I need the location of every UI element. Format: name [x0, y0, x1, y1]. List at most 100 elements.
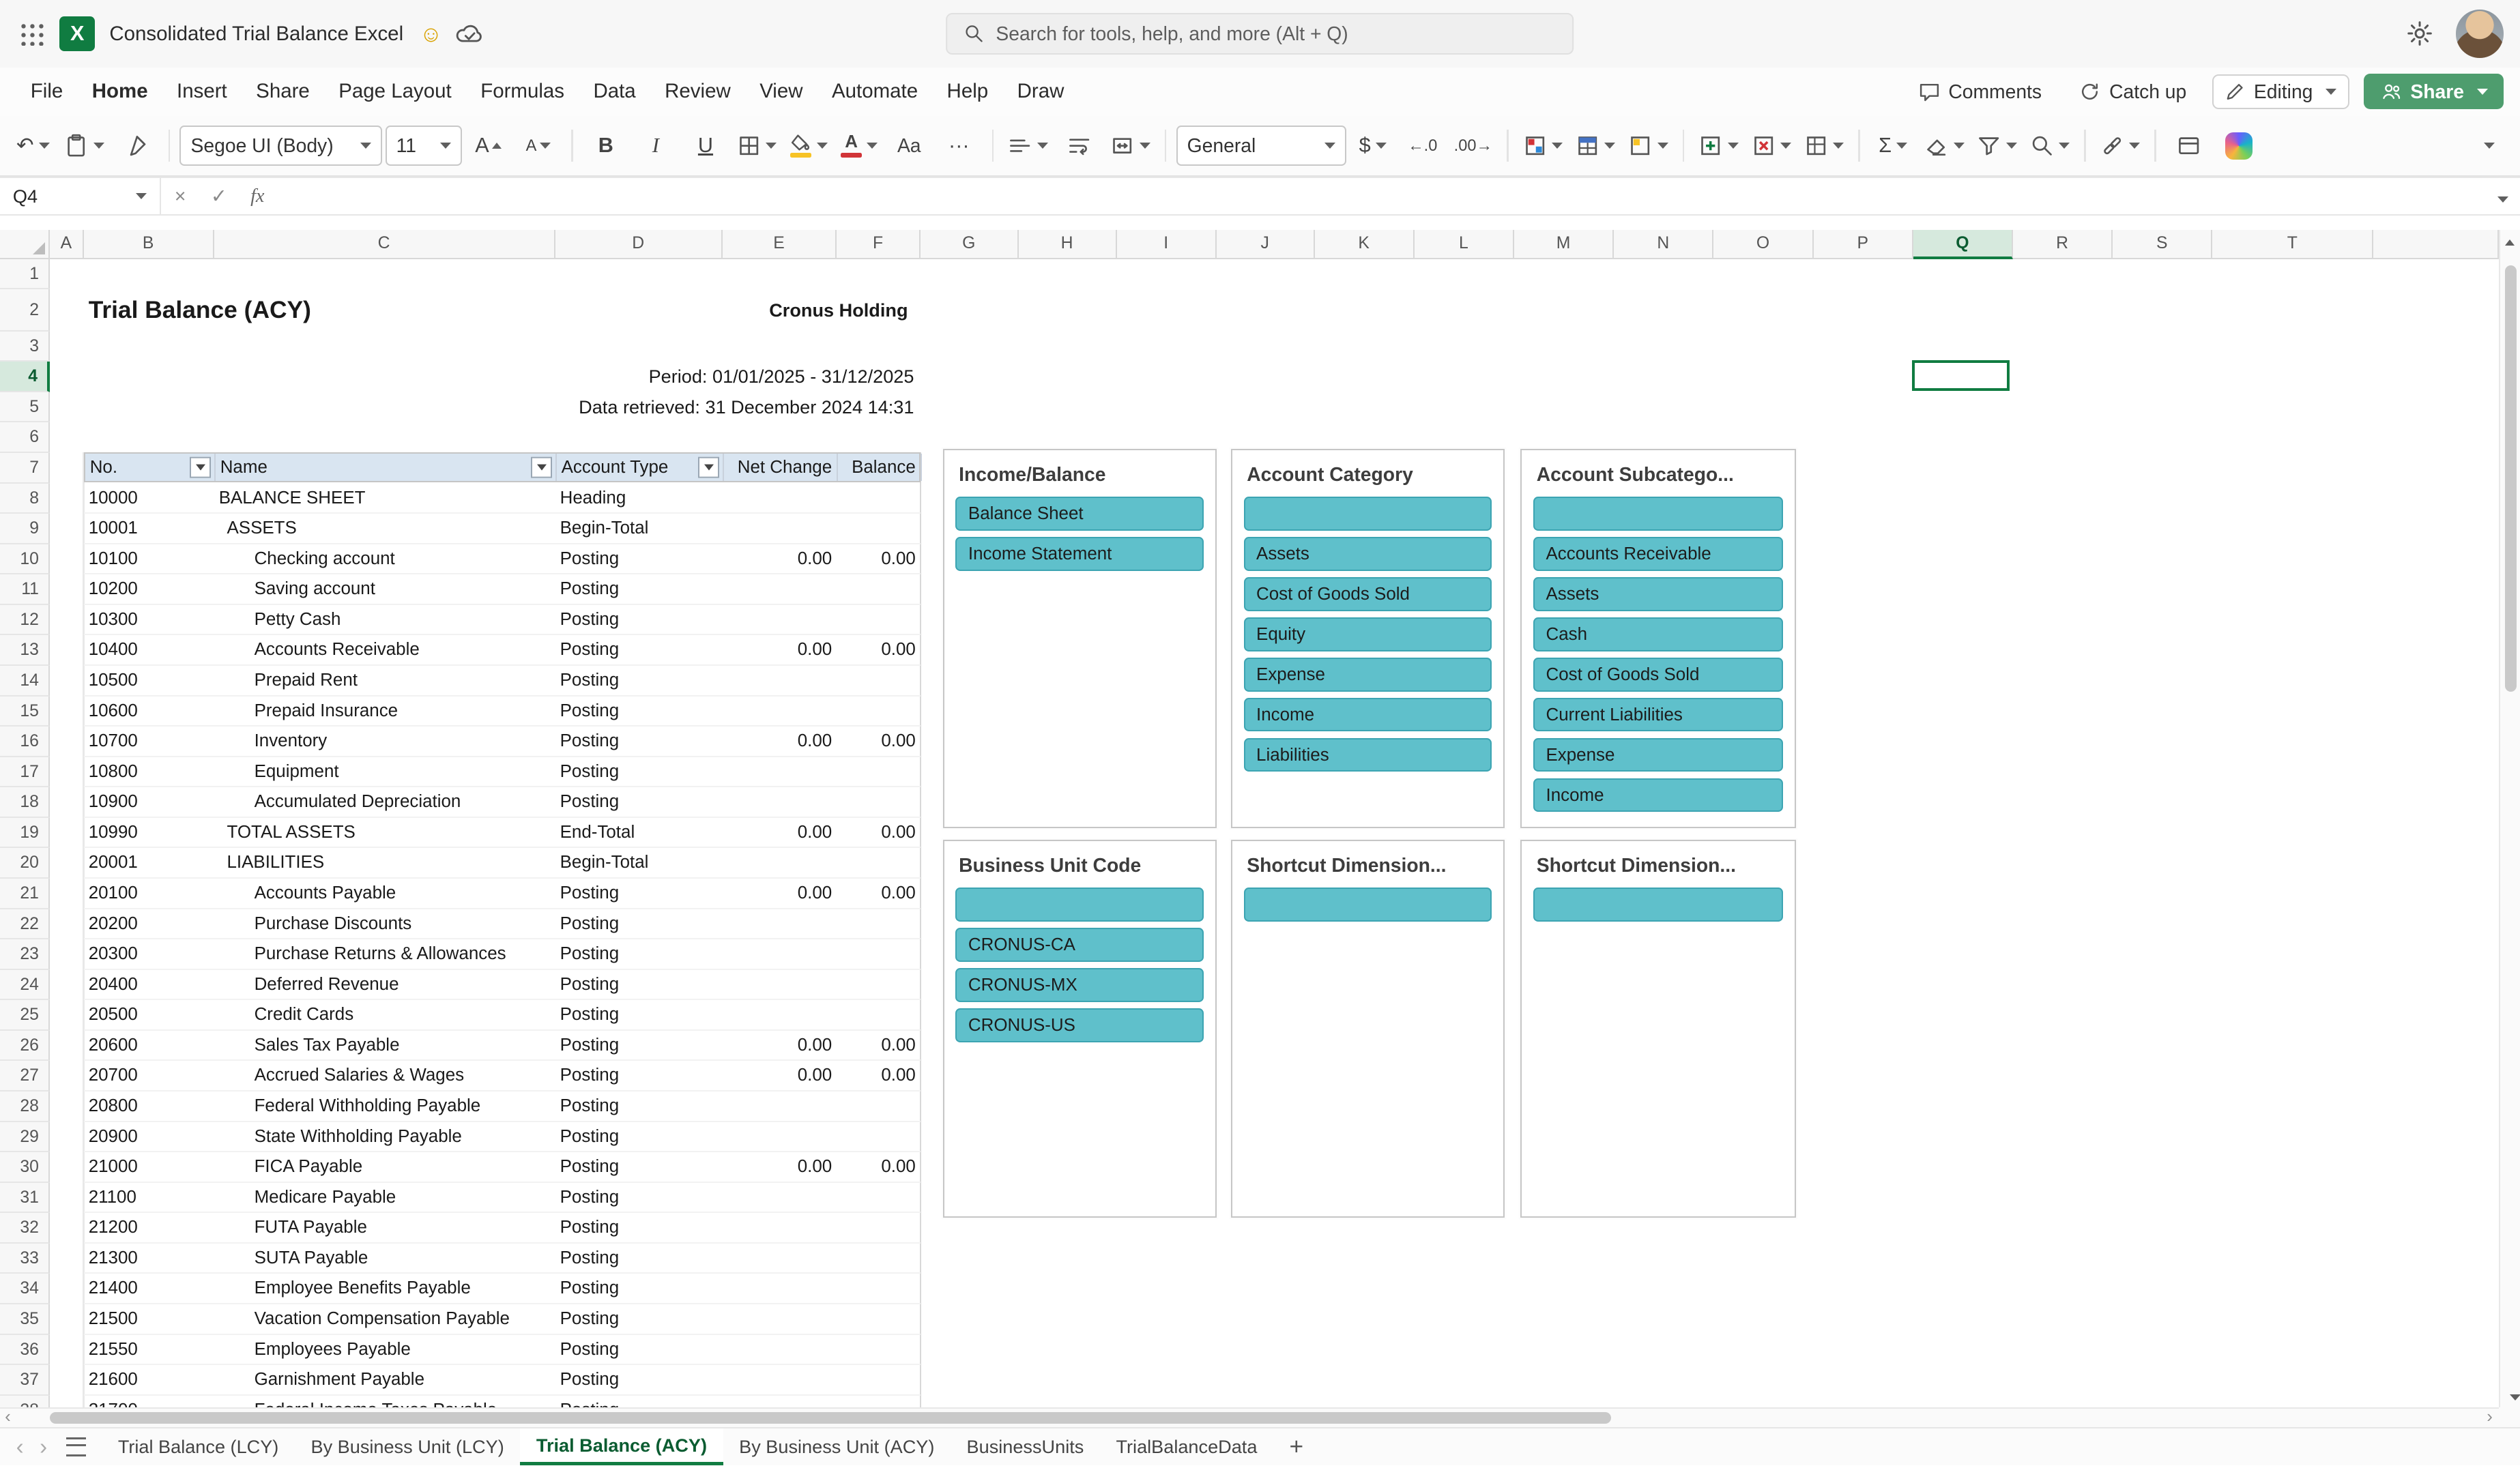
slicer-item-cronus-us[interactable]: CRONUS-US: [955, 1008, 1204, 1042]
cell-net[interactable]: [723, 1183, 837, 1212]
cell-bal[interactable]: [837, 1365, 921, 1394]
horizontal-scrollbar[interactable]: ‹ ›: [0, 1407, 2500, 1427]
cell-bal[interactable]: [837, 484, 921, 513]
cell-net[interactable]: [723, 1244, 837, 1273]
sheet-tab-trial-balance-acy[interactable]: Trial Balance (ACY): [520, 1428, 723, 1466]
slicer-item-income-statement[interactable]: Income Statement: [955, 537, 1204, 571]
cell-bal[interactable]: [837, 574, 921, 604]
cell-no[interactable]: 21700: [84, 1396, 214, 1408]
cell-name[interactable]: Credit Cards: [214, 1000, 555, 1029]
all-sheets-menu-icon[interactable]: [66, 1437, 86, 1456]
cell-net[interactable]: [723, 1365, 837, 1394]
cell-type[interactable]: End-Total: [555, 818, 723, 847]
cell-type[interactable]: Posting: [555, 1365, 723, 1394]
cell-net[interactable]: [723, 848, 837, 877]
cell-bal[interactable]: [837, 939, 921, 969]
cell-name[interactable]: Accounts Receivable: [214, 635, 555, 664]
slicer-item-liabilities[interactable]: Liabilities: [1243, 737, 1492, 772]
cell-bal[interactable]: [837, 1213, 921, 1242]
scroll-right-icon[interactable]: ›: [2487, 1407, 2493, 1426]
cell-bal[interactable]: [837, 666, 921, 695]
cell-type[interactable]: Posting: [555, 1152, 723, 1182]
cell-name[interactable]: Employees Payable: [214, 1335, 555, 1364]
cell-net[interactable]: 0.00: [723, 1061, 837, 1090]
cell-net[interactable]: 0.00: [723, 544, 837, 574]
cell-net[interactable]: [723, 1122, 837, 1152]
cell-net[interactable]: [723, 909, 837, 939]
sheet-tab-trial-balance-lcy[interactable]: Trial Balance (LCY): [102, 1428, 295, 1466]
cell-type[interactable]: Posting: [555, 1335, 723, 1364]
cell-name[interactable]: ASSETS: [214, 514, 555, 543]
table-header-balance[interactable]: Balance: [838, 453, 922, 482]
cell-bal[interactable]: [837, 1274, 921, 1303]
cell-net[interactable]: 0.00: [723, 635, 837, 664]
cell-net[interactable]: [723, 1274, 837, 1303]
cell-type[interactable]: Posting: [555, 1031, 723, 1060]
cell-name[interactable]: Employee Benefits Payable: [214, 1274, 555, 1303]
slicer-item-blank[interactable]: [1243, 888, 1492, 922]
cell-bal[interactable]: 0.00: [837, 1152, 921, 1182]
filter-button[interactable]: [190, 456, 211, 478]
cell-type[interactable]: Posting: [555, 1213, 723, 1242]
slicer-item-cash[interactable]: Cash: [1533, 617, 1784, 651]
slicer-item-cost-of-goods-sold[interactable]: Cost of Goods Sold: [1243, 577, 1492, 611]
cell-bal[interactable]: [837, 1091, 921, 1121]
cell-name[interactable]: Deferred Revenue: [214, 970, 555, 999]
cell-net[interactable]: [723, 757, 837, 787]
cell-no[interactable]: 10100: [84, 544, 214, 574]
cell-bal[interactable]: 0.00: [837, 818, 921, 847]
cell-type[interactable]: Posting: [555, 605, 723, 634]
cell-bal[interactable]: [837, 1335, 921, 1364]
cell-no[interactable]: 21600: [84, 1365, 214, 1394]
sheet-tab-by-business-unit-lcy[interactable]: By Business Unit (LCY): [295, 1428, 520, 1466]
cell-name[interactable]: Prepaid Insurance: [214, 697, 555, 726]
cell-bal[interactable]: 0.00: [837, 635, 921, 664]
cell-bal[interactable]: [837, 1244, 921, 1273]
cell-net[interactable]: [723, 970, 837, 999]
sheet-tab-businessunits[interactable]: BusinessUnits: [951, 1428, 1100, 1466]
period-cell[interactable]: Period: 01/01/2025 - 31/12/2025: [555, 362, 914, 392]
cell-name[interactable]: Petty Cash: [214, 605, 555, 634]
cell-no[interactable]: 21300: [84, 1244, 214, 1273]
cell-bal[interactable]: [837, 909, 921, 939]
cell-name[interactable]: Federal Withholding Payable: [214, 1091, 555, 1121]
cell-type[interactable]: Posting: [555, 939, 723, 969]
cell-type[interactable]: Posting: [555, 544, 723, 574]
cell-type[interactable]: Posting: [555, 1396, 723, 1408]
cell-no[interactable]: 10800: [84, 757, 214, 787]
slicer-item-equity[interactable]: Equity: [1243, 617, 1492, 651]
table-header-account-type[interactable]: Account Type: [557, 453, 724, 482]
cell-bal[interactable]: [837, 848, 921, 877]
cell-no[interactable]: 20600: [84, 1031, 214, 1060]
cell-bal[interactable]: [837, 514, 921, 543]
slicer-item-cronus-ca[interactable]: CRONUS-CA: [955, 928, 1204, 962]
cell-type[interactable]: Posting: [555, 879, 723, 908]
add-sheet-button[interactable]: +: [1277, 1433, 1316, 1461]
cell-type[interactable]: Begin-Total: [555, 848, 723, 877]
cell-bal[interactable]: [837, 970, 921, 999]
cell-net[interactable]: [723, 1000, 837, 1029]
cell-name[interactable]: Accrued Salaries & Wages: [214, 1061, 555, 1090]
cell-bal[interactable]: [837, 787, 921, 817]
slicer-item-cronus-mx[interactable]: CRONUS-MX: [955, 968, 1204, 1002]
cell-net[interactable]: 0.00: [723, 1152, 837, 1182]
cell-type[interactable]: Posting: [555, 1061, 723, 1090]
cell-no[interactable]: 20200: [84, 909, 214, 939]
cell-name[interactable]: TOTAL ASSETS: [214, 818, 555, 847]
cell-name[interactable]: LIABILITIES: [214, 848, 555, 877]
cell-type[interactable]: Posting: [555, 909, 723, 939]
slicer-item-blank[interactable]: [1533, 497, 1784, 531]
vertical-scrollbar[interactable]: [2499, 230, 2520, 1408]
cell-name[interactable]: Garnishment Payable: [214, 1365, 555, 1394]
sheet-tab-trialbalancedata[interactable]: TrialBalanceData: [1100, 1428, 1273, 1466]
cell-net[interactable]: 0.00: [723, 818, 837, 847]
cell-net[interactable]: [723, 697, 837, 726]
cell-bal[interactable]: 0.00: [837, 879, 921, 908]
cell-type[interactable]: Posting: [555, 727, 723, 756]
cell-no[interactable]: 20300: [84, 939, 214, 969]
horizontal-scroll-thumb[interactable]: [50, 1412, 1611, 1424]
filter-button[interactable]: [698, 456, 720, 478]
cell-name[interactable]: Purchase Discounts: [214, 909, 555, 939]
cell-no[interactable]: 10200: [84, 574, 214, 604]
cell-no[interactable]: 10900: [84, 787, 214, 817]
